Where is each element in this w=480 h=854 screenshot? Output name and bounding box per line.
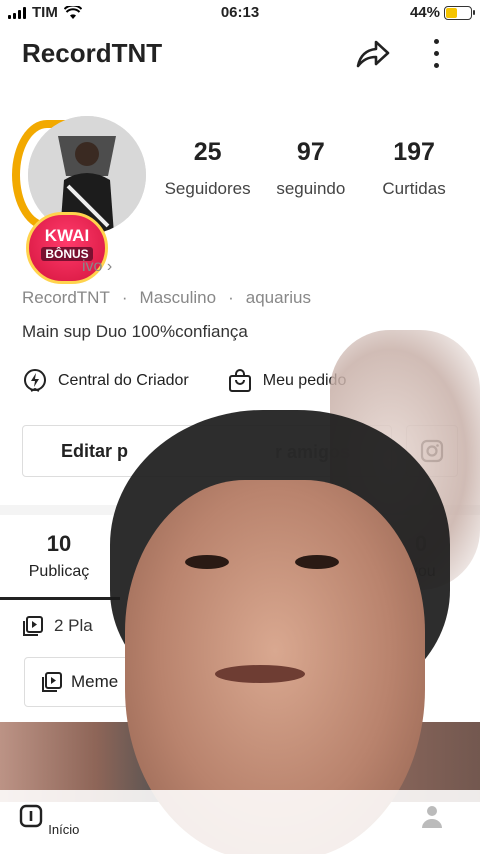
share-arrow-icon[interactable]: [352, 36, 392, 72]
bottom-navigation: Início: [0, 790, 480, 854]
playlist-icon: [42, 672, 62, 692]
mouth-shape: [215, 665, 305, 683]
tool-label: Meu pedido: [262, 372, 347, 389]
stat-label: Seguidores: [164, 179, 251, 198]
nav-label: Início: [48, 822, 80, 837]
live-link[interactable]: ivo ›: [22, 258, 112, 276]
nav-home[interactable]: Início: [0, 802, 96, 837]
playlist-row[interactable]: 2 Pla: [22, 615, 93, 637]
stat-following[interactable]: 97 seguindo: [259, 138, 362, 199]
tool-label: Central do Criador: [58, 372, 189, 389]
page-title: RecordTNT: [22, 38, 163, 68]
edit-label: Editar p: [61, 440, 129, 461]
tab-liked[interactable]: 0 ivou: [366, 531, 476, 581]
playlist-chip[interactable]: Meme: [24, 657, 144, 707]
add-friends-label: r amigos: [275, 442, 351, 462]
instagram-button[interactable]: [406, 425, 458, 477]
stat-likes[interactable]: 197 Curtidas: [362, 138, 465, 199]
tab-active-indicator: [0, 597, 120, 600]
chevron-right-icon: ›: [106, 258, 113, 275]
edit-profile-button[interactable]: Editar p r amigos: [22, 425, 392, 477]
tab-label: Publicaç: [28, 563, 90, 580]
stat-followers[interactable]: 25 Seguidores: [156, 138, 259, 199]
my-orders-link[interactable]: Meu pedido: [227, 368, 347, 394]
badge-line1: KWAI: [44, 226, 90, 245]
chip-label: Meme: [71, 672, 119, 691]
stat-value: 25: [193, 138, 222, 166]
profile-icon: [422, 806, 442, 828]
playlist-icon: [23, 616, 43, 636]
info-gender: Masculino: [139, 288, 217, 307]
nav-discover[interactable]: [96, 802, 192, 834]
profile-info: RecordTNT · Masculino · aquarius: [22, 288, 311, 308]
status-right: 44%: [409, 4, 475, 21]
battery-icon: [444, 5, 475, 20]
nav-profile[interactable]: [384, 802, 480, 837]
info-sign: aquarius: [245, 288, 311, 307]
instagram-icon: [420, 439, 444, 463]
stat-label: seguindo: [276, 179, 346, 198]
profile-bio: Main sup Duo 100%confiança: [22, 322, 248, 341]
stat-value: 197: [393, 138, 435, 166]
action-buttons: Editar p r amigos: [22, 425, 458, 477]
tab-count: 10: [46, 531, 72, 556]
profile-stats: 25 Seguidores 97 seguindo 197 Curtidas: [156, 138, 466, 199]
avatar-group[interactable]: KWAI BÔNUS: [12, 112, 152, 284]
tab-label: ivou: [406, 563, 436, 580]
shopping-bag-icon: [228, 369, 251, 392]
playlist-label: 2 Pla: [54, 616, 93, 635]
status-bar: TIM 06:13 44%: [0, 0, 480, 24]
stat-label: Curtidas: [382, 179, 446, 198]
section-divider: [0, 505, 480, 515]
info-separator: ·: [228, 288, 234, 307]
info-username: RecordTNT: [22, 288, 110, 307]
live-label: ivo: [82, 258, 103, 275]
battery-percent: 44%: [409, 4, 440, 21]
creator-center-link[interactable]: Central do Criador: [22, 368, 189, 394]
more-vertical-icon[interactable]: [424, 36, 448, 72]
stat-value: 97: [296, 138, 325, 166]
creator-tools: Central do Criador Meu pedido: [22, 368, 346, 394]
content-tabs: 10 Publicaç 0 ivou: [0, 525, 480, 601]
battery-fill: [446, 7, 457, 18]
message-icon: [322, 802, 350, 830]
info-separator: ·: [121, 288, 128, 307]
lightning-circle-icon: [24, 369, 46, 392]
home-icon: [19, 804, 42, 828]
tab-publications[interactable]: 10 Publicaç: [4, 531, 114, 581]
tab-count: 0: [414, 531, 428, 556]
nav-messages[interactable]: [288, 802, 384, 834]
profile-header: RecordTNT: [0, 30, 480, 80]
status-time: 06:13: [220, 4, 260, 21]
discover-icon: [130, 802, 158, 830]
